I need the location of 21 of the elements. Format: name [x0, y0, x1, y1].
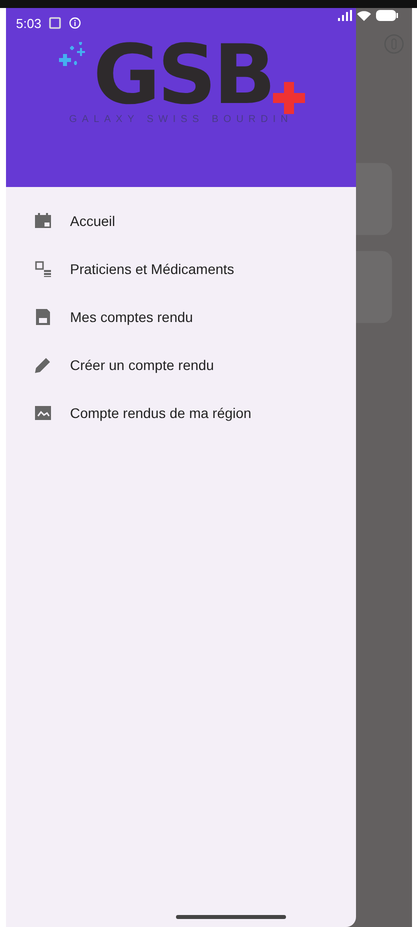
menu-item[interactable]: Créer un compte rendu [6, 341, 356, 389]
card-background [356, 163, 392, 235]
menu-item[interactable]: Accueil [6, 197, 356, 245]
status-time: 5:03 [16, 16, 42, 30]
signal-icon [338, 10, 352, 21]
save-icon [34, 308, 52, 326]
battery-icon [376, 10, 398, 21]
menu-item[interactable]: Mes comptes rendu [6, 293, 356, 341]
info-icon [69, 17, 82, 29]
home-indicator[interactable] [176, 915, 286, 919]
cross-icon [272, 82, 305, 114]
menu-item[interactable]: Praticiens et Médicaments [6, 245, 356, 293]
pencil-icon [34, 356, 52, 374]
logo-tagline: GALAXY SWISS BOURDIN [69, 114, 293, 125]
menu-item[interactable]: Compte rendus de ma région [6, 389, 356, 437]
notification-icon [49, 17, 62, 29]
image-icon [34, 404, 52, 422]
calendar-list-icon [34, 260, 52, 278]
calendar-icon [34, 212, 52, 230]
wifi-icon [357, 10, 371, 21]
card-background [356, 251, 392, 323]
